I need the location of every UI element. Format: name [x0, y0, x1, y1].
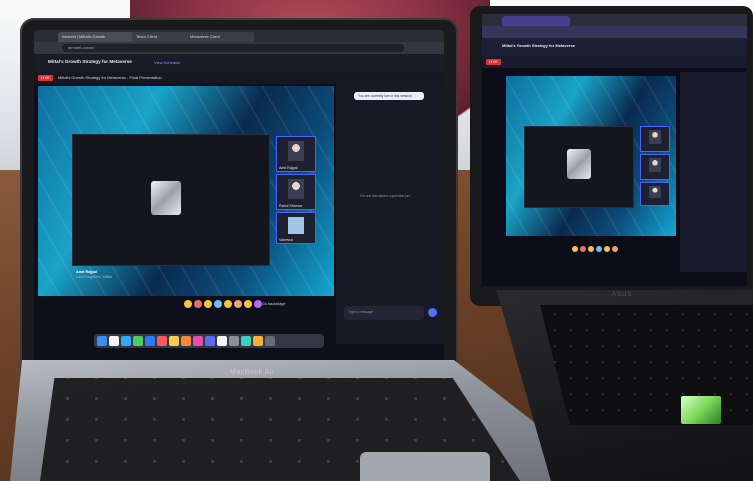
- facetime-icon[interactable]: [241, 336, 251, 346]
- session-stage: [506, 76, 676, 236]
- left-laptop-brand: MacBook Air: [230, 369, 275, 376]
- emoji-reaction-icon[interactable]: [234, 300, 242, 308]
- safari-icon[interactable]: [121, 336, 131, 346]
- speaker-tile[interactable]: Amit Rajpal: [276, 136, 316, 172]
- chat-input[interactable]: Type a message: [344, 306, 424, 320]
- presenter-caption: Amit Rajpal Lead Engineer, Mittal: [76, 270, 112, 280]
- emoji-reaction-icon[interactable]: [588, 246, 594, 252]
- speaker-name: Vanessa: [279, 238, 293, 242]
- macos-dock: [94, 334, 324, 348]
- app-header: Mittal's Growth Strategy for Metaverse: [482, 38, 747, 56]
- trash-icon[interactable]: [265, 336, 275, 346]
- app-store-icon[interactable]: [205, 336, 215, 346]
- chrome-icon[interactable]: [217, 336, 227, 346]
- backstage-button[interactable]: Go backstage: [262, 302, 285, 307]
- emoji-reaction-icon[interactable]: [204, 300, 212, 308]
- avatar: [288, 179, 304, 199]
- session-header: LIVE: [482, 56, 747, 68]
- emoji-reaction-icon[interactable]: [184, 300, 192, 308]
- emoji-reaction-icon[interactable]: [572, 246, 578, 252]
- browser-tab-bar: Airmeet | Mittal's Growth Team Client Me…: [34, 30, 444, 42]
- gpu-sticker: [681, 396, 721, 424]
- photo-scene: Airmeet | Mittal's Growth Team Client Me…: [0, 0, 753, 481]
- main-video: [72, 134, 270, 266]
- live-badge: LIVE: [486, 59, 501, 65]
- side-panel: [680, 72, 747, 272]
- settings-icon[interactable]: [229, 336, 239, 346]
- messages-icon[interactable]: [133, 336, 143, 346]
- live-tooltip: You are currently live in this session: [354, 92, 424, 101]
- product-cube: [151, 181, 181, 215]
- music-icon[interactable]: [193, 336, 203, 346]
- presenter-name: Amit Rajpal: [76, 270, 97, 274]
- mail-icon[interactable]: [145, 336, 155, 346]
- right-laptop-screen: Mittal's Growth Strategy for Metaverse L…: [482, 14, 747, 286]
- avatar: [649, 157, 661, 172]
- speaker-tile[interactable]: [640, 126, 670, 152]
- emoji-reaction-icon[interactable]: [580, 246, 586, 252]
- notes-icon[interactable]: [169, 336, 179, 346]
- speaker-name: Rahul Sharma: [279, 204, 302, 208]
- live-badge: LIVE: [38, 75, 53, 81]
- launchpad-icon[interactable]: [109, 336, 119, 346]
- avatar: [649, 185, 661, 199]
- browser-tab[interactable]: Airmeet | Mittal's Growth: [58, 32, 136, 42]
- main-video: [524, 126, 634, 208]
- emoji-reaction-icon[interactable]: [214, 300, 222, 308]
- session-header: LIVE Mittal's Growth Strategy for Metave…: [34, 72, 444, 84]
- emoji-reaction-icon[interactable]: [612, 246, 618, 252]
- browser-tab[interactable]: [502, 16, 570, 26]
- finder-icon[interactable]: [97, 336, 107, 346]
- speaker-tile[interactable]: Vanessa: [276, 212, 316, 244]
- photos-icon[interactable]: [181, 336, 191, 346]
- speaker-tile[interactable]: [640, 182, 670, 206]
- right-keyboard: [540, 305, 753, 425]
- calendar-icon[interactable]: [157, 336, 167, 346]
- reaction-bar: [572, 246, 618, 256]
- emoji-reaction-icon[interactable]: [604, 246, 610, 252]
- browser-url-bar: [482, 26, 747, 38]
- session-stage: Amit Rajpal Rahul Sharma Vanessa Amit Ra…: [38, 86, 334, 296]
- speaker-name: Amit Rajpal: [279, 166, 298, 170]
- emoji-reaction-icon[interactable]: [224, 300, 232, 308]
- emoji-reaction-icon[interactable]: [596, 246, 602, 252]
- avatar: [649, 129, 661, 144]
- pages-icon[interactable]: [253, 336, 263, 346]
- view-schedule-link[interactable]: View Schedule: [154, 60, 180, 65]
- speaker-tile[interactable]: Rahul Sharma: [276, 174, 316, 210]
- browser-tab[interactable]: Metaverse Client: [186, 32, 254, 42]
- reaction-bar: [184, 300, 262, 310]
- event-title: Mittal's Growth Strategy for Metaverse: [48, 59, 132, 64]
- app-header: Mittal's Growth Strategy for Metaverse V…: [34, 54, 444, 72]
- event-title: Mittal's Growth Strategy for Metaverse: [502, 43, 575, 48]
- product-cube: [567, 149, 591, 179]
- left-laptop-screen: Airmeet | Mittal's Growth Team Client Me…: [34, 30, 444, 365]
- side-panel: You are currently live in this session N…: [336, 84, 444, 344]
- browser-url-bar: airmeet.com/e/: [34, 42, 444, 54]
- browser-tab-bar: [482, 14, 747, 26]
- avatar: [288, 216, 304, 234]
- url-input[interactable]: airmeet.com/e/: [62, 44, 404, 52]
- send-icon[interactable]: [428, 308, 437, 317]
- speaker-tile[interactable]: [640, 154, 670, 180]
- presenter-role: Lead Engineer, Mittal: [76, 275, 112, 279]
- right-laptop-brand: ASUS: [612, 292, 633, 298]
- chat-placeholder: Type a message: [348, 310, 373, 314]
- browser-tab[interactable]: Team Client: [132, 32, 190, 42]
- session-title: Mittal's Growth Strategy for Metaverse -…: [58, 75, 162, 80]
- emoji-reaction-icon[interactable]: [254, 300, 262, 308]
- emoji-reaction-icon[interactable]: [244, 300, 252, 308]
- empty-state-hint: No one has asked a question yet: [360, 194, 410, 198]
- emoji-reaction-icon[interactable]: [194, 300, 202, 308]
- avatar: [288, 141, 304, 161]
- left-trackpad: [360, 452, 490, 481]
